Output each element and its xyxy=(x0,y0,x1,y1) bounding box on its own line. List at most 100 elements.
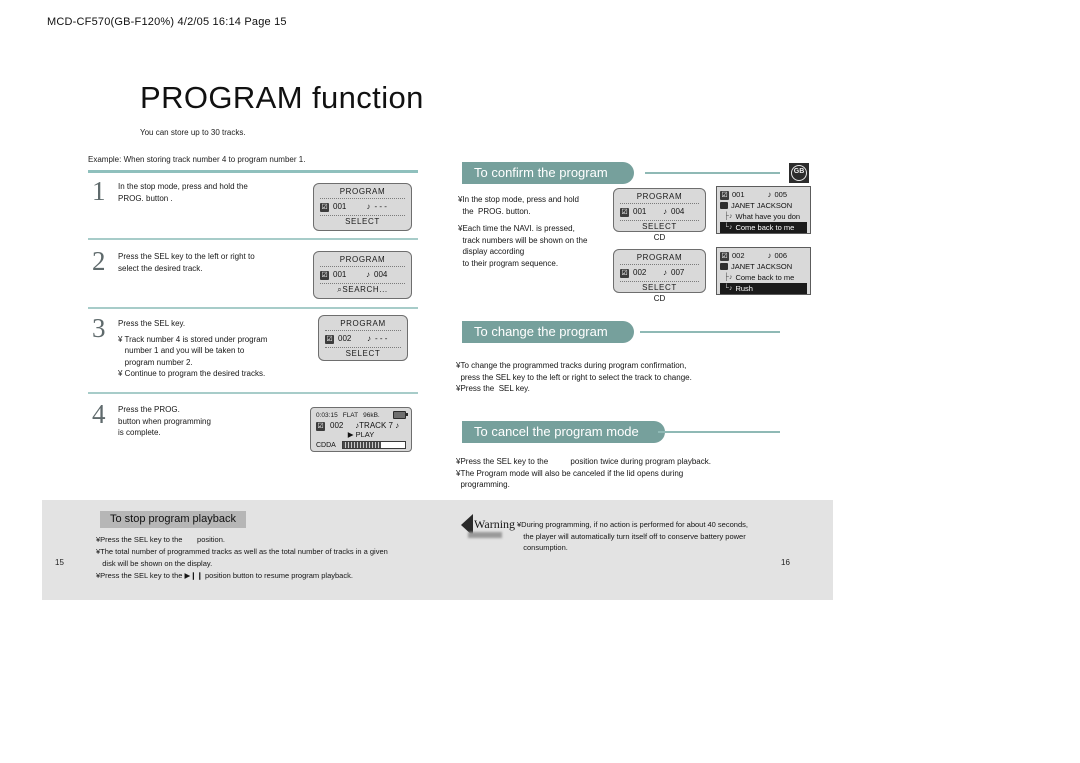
lcd-confirm-1-track: 004 xyxy=(671,207,685,216)
warning-body: ¥During programming, if no action is per… xyxy=(517,520,748,552)
lcd-confirm-2-track: 007 xyxy=(671,268,685,277)
navi-2-artist-label: JANET JACKSON xyxy=(731,262,793,271)
region-gb-badge: GB xyxy=(789,163,809,183)
section-body-cancel: ¥Press the SEL key to the position twice… xyxy=(456,457,711,489)
lcd-confirm-1-prog: 001 xyxy=(633,207,647,216)
progress-bar xyxy=(341,441,406,449)
tree-branch-icon: ├♪ xyxy=(724,274,733,281)
lcd-step-1-prog: 001 xyxy=(333,202,347,211)
playback-time: 0:03:15 xyxy=(316,411,338,419)
music-note-icon: ♪ xyxy=(663,207,667,216)
lcd-step-1-track: - - - xyxy=(374,202,387,211)
gb-badge-label: GB xyxy=(791,165,807,181)
section-rule-cancel xyxy=(658,431,780,433)
navi-panel-1-artist: JANET JACKSON xyxy=(720,200,807,211)
program-icon: ☑ xyxy=(316,422,325,431)
lcd-step-2: PROGRAM ☑ 001 ♪ 004 ⌕SEARCH... xyxy=(313,251,412,299)
step-1-text: In the stop mode, press and hold the PRO… xyxy=(118,182,248,203)
navi-panel-1: ☑ 001 ♪ 005 JANET JACKSON ├♪ What have y… xyxy=(716,186,811,234)
lcd-confirm-1-title: PROGRAM xyxy=(636,192,683,201)
navi-panel-1-header: ☑ 001 ♪ 005 xyxy=(720,189,807,200)
step-2-text: Press the SEL key to the left or right t… xyxy=(118,252,255,273)
lcd-step-2-track: 004 xyxy=(374,270,388,279)
step-3-number: 3 xyxy=(92,313,106,343)
capacity-note: You can store up to 30 tracks. xyxy=(140,128,246,137)
folder-icon xyxy=(720,263,728,270)
program-icon: ☑ xyxy=(320,203,329,212)
navi-panel-2-track-1[interactable]: └♪ Rush xyxy=(720,283,807,294)
lcd-step-4-trackrow: ☑ 002 ♪TRACK 7 ♪ xyxy=(311,419,411,431)
lcd-step-1-title: PROGRAM xyxy=(339,187,386,196)
music-note-icon: ♪ xyxy=(366,202,371,211)
program-icon: ☑ xyxy=(320,271,329,280)
folder-icon xyxy=(720,202,728,209)
file-header-strip: MCD-CF570(GB-F120%) 4/2/05 16:14 Page 15 xyxy=(47,16,287,28)
page-number-right: 16 xyxy=(781,558,790,567)
lcd-step-4-playstate: ▶ PLAY xyxy=(347,430,375,439)
navi-panel-2: ☑ 002 ♪ 006 JANET JACKSON ├♪ Come back t… xyxy=(716,247,811,295)
lcd-confirm-2-title: PROGRAM xyxy=(636,253,683,262)
step-1-number: 1 xyxy=(92,176,106,206)
lcd-step-2-bottom: ⌕SEARCH... xyxy=(314,284,411,295)
music-note-icon: ♪ xyxy=(366,270,370,279)
lcd-step-1: PROGRAM ☑ 001 ♪ - - - SELECT xyxy=(313,183,412,231)
lcd-step-2-bottom-label: SEARCH... xyxy=(342,285,388,294)
program-icon: ☑ xyxy=(720,252,729,261)
step-4-number: 4 xyxy=(92,399,106,429)
music-note-icon: ♪ xyxy=(767,251,772,260)
manual-page: MCD-CF570(GB-F120%) 4/2/05 16:14 Page 15… xyxy=(0,0,1080,763)
divider-step-2-3 xyxy=(88,307,418,309)
lcd-step-3-prog: 002 xyxy=(338,334,352,343)
lcd-confirm-1-row: ☑ 001 ♪ 004 xyxy=(614,204,705,218)
navi-2-track: 006 xyxy=(774,251,788,260)
example-note: Example: When storing track number 4 to … xyxy=(88,155,306,164)
navi-panel-2-header: ☑ 002 ♪ 006 xyxy=(720,250,807,261)
stop-playback-heading: To stop program playback xyxy=(100,511,246,528)
lcd-step-4-player: 0:03:15 FLAT 96kB. ☑ 002 ♪TRACK 7 ♪ ▶ PL… xyxy=(310,407,412,452)
lcd-step-1-row: ☑ 001 ♪ - - - xyxy=(314,199,411,213)
lcd-step-3-row: ☑ 002 ♪ - - - xyxy=(319,331,407,345)
lcd-confirm-1-caption: CD xyxy=(653,233,666,242)
section-heading-change: To change the program xyxy=(462,321,634,343)
page-title: PROGRAM function xyxy=(140,80,424,115)
section-rule-confirm xyxy=(645,172,780,174)
lcd-step-3: PROGRAM ☑ 002 ♪ - - - SELECT xyxy=(318,315,408,361)
lcd-confirm-2-bottom: SELECT xyxy=(642,283,677,292)
music-note-icon: ♪ xyxy=(663,268,667,277)
lcd-step-2-title: PROGRAM xyxy=(339,255,386,264)
eq-mode: FLAT xyxy=(342,411,359,419)
stop-playback-body: ¥Press the SEL key to the position. ¥The… xyxy=(96,535,388,580)
program-icon: ☑ xyxy=(720,191,729,200)
navi-1-prog: 001 xyxy=(732,190,745,199)
navi-panel-1-track-1[interactable]: └♪ Come back to me xyxy=(720,222,807,233)
navi-panel-2-track-0[interactable]: ├♪ Come back to me xyxy=(720,272,807,283)
lcd-step-1-bottom: SELECT xyxy=(345,217,380,226)
navi-2-track-0-label: Come back to me xyxy=(735,273,795,282)
battery-icon xyxy=(393,411,408,419)
navi-2-prog: 002 xyxy=(732,251,745,260)
divider-step-3-4 xyxy=(88,392,418,394)
program-icon: ☑ xyxy=(325,335,334,344)
lcd-confirm-2-prog: 002 xyxy=(633,268,647,277)
lcd-step-3-bottom: SELECT xyxy=(345,349,381,358)
program-icon: ☑ xyxy=(620,269,629,278)
navi-1-track-0-label: What have you don xyxy=(735,212,801,221)
section-heading-cancel: To cancel the program mode xyxy=(462,421,665,443)
lcd-confirm-1: PROGRAM ☑ 001 ♪ 004 SELECT xyxy=(613,188,706,232)
section-heading-confirm: To confirm the program xyxy=(462,162,634,184)
warning-label: Warning xyxy=(474,517,516,531)
step-2-number: 2 xyxy=(92,246,106,276)
lcd-step-4-statusbar: 0:03:15 FLAT 96kB. xyxy=(311,408,411,419)
navi-panel-1-track-0[interactable]: ├♪ What have you don xyxy=(720,211,807,222)
section-rule-change xyxy=(640,331,780,333)
section-body-confirm: ¥In the stop mode, press and hold the PR… xyxy=(458,195,588,268)
lcd-confirm-1-bottom: SELECT xyxy=(642,222,677,231)
bitrate-label: 96kB. xyxy=(363,411,380,419)
lcd-step-3-title: PROGRAM xyxy=(340,319,386,328)
lcd-step-2-row: ☑ 001 ♪ 004 xyxy=(314,267,411,281)
disc-format-label: CDDA xyxy=(316,441,336,449)
lcd-step-4-prog: 002 xyxy=(330,421,344,430)
lcd-step-2-prog: 001 xyxy=(333,270,347,279)
navi-2-track-1-label: Rush xyxy=(735,284,753,293)
tree-branch-icon: ├♪ xyxy=(724,213,733,220)
